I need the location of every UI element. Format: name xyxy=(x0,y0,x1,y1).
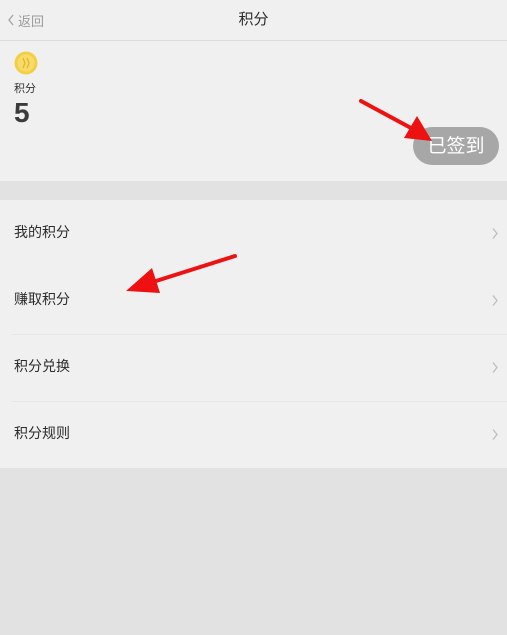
chevron-right-icon xyxy=(492,362,498,373)
points-value: 5 xyxy=(14,97,30,128)
menu-item-label: 积分规则 xyxy=(14,426,70,442)
menu-item-label: 我的积分 xyxy=(14,225,70,241)
menu-item-redeem-points[interactable]: 积分兑换 xyxy=(0,334,507,401)
menu-item-label: 赚取积分 xyxy=(14,292,70,308)
menu-item-earn-points[interactable]: 赚取积分 xyxy=(0,267,507,334)
page-title: 积分 xyxy=(238,10,269,28)
points-menu: 我的积分 赚取积分 积分兑换 积分规则 xyxy=(0,200,507,468)
menu-item-points-rules[interactable]: 积分规则 xyxy=(0,401,507,468)
chevron-right-icon xyxy=(492,228,498,239)
chevron-right-icon xyxy=(492,295,498,306)
menu-item-label: 积分兑换 xyxy=(14,359,70,375)
points-label: 积分 xyxy=(14,82,36,95)
chevron-right-icon xyxy=(492,429,498,440)
menu-item-my-points[interactable]: 我的积分 xyxy=(0,200,507,267)
coin-icon xyxy=(14,51,38,75)
navigation-bar: 返回 积分 xyxy=(0,0,507,41)
points-summary-card: 积分 5 已签到 xyxy=(0,41,507,181)
signed-in-button[interactable]: 已签到 xyxy=(413,127,499,165)
